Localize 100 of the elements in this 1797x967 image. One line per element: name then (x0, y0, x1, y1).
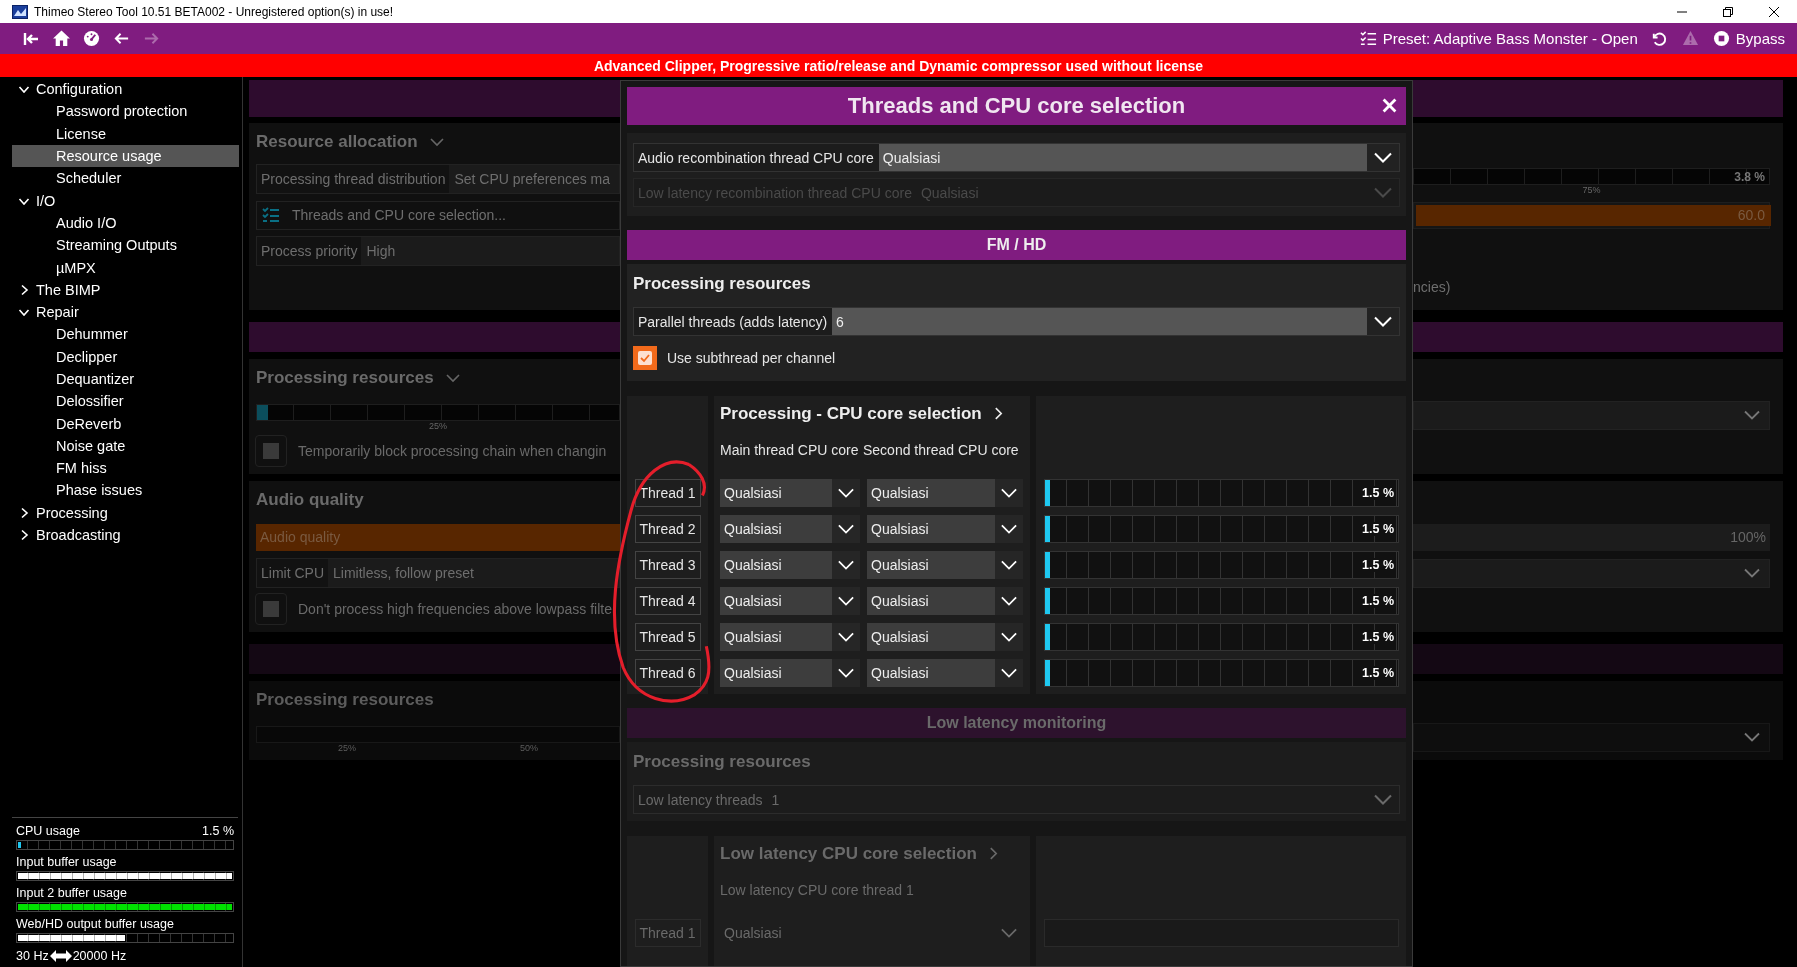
field-label: Parallel threads (adds latency) (634, 308, 833, 335)
app-icon (12, 3, 28, 20)
close-icon (1382, 98, 1397, 113)
back-arrow-icon (112, 30, 130, 47)
tree-item[interactable]: Audio I/O (12, 211, 239, 235)
tree-item[interactable]: FM hiss (12, 457, 239, 480)
link-button[interactable]: Threads and CPU core selection... (256, 200, 620, 230)
checklist-icon (1359, 30, 1377, 47)
dropdown[interactable]: Qualsiasi (720, 587, 860, 615)
thread-label: Thread 5 (634, 623, 701, 651)
double-arrow-icon (49, 950, 72, 962)
chevron-icon (832, 479, 860, 507)
meter-reading: 1.5 % (202, 823, 234, 838)
thread-label: Thread 1 (634, 919, 701, 947)
meter-label: Web/HD output buffer usage (16, 916, 174, 931)
dropdown[interactable]: Qualsiasi (720, 551, 860, 579)
tree-item[interactable]: Dehummer (12, 323, 239, 346)
dropdown[interactable]: Qualsiasi (867, 587, 1023, 615)
thread-label: Thread 1 (634, 479, 701, 507)
checklist-icon (262, 206, 280, 224)
column-header: Main thread CPU core (720, 442, 856, 458)
checkbox[interactable] (256, 436, 286, 466)
panel-title: Processing resources (256, 368, 434, 388)
panel-title: Audio quality (256, 490, 364, 510)
tree-item[interactable]: The BIMP (12, 278, 239, 301)
dropdown[interactable]: Qualsiasi (720, 659, 860, 687)
dropdown[interactable]: 6 (832, 308, 1399, 335)
chevron-icon (1744, 732, 1760, 742)
panel-title: Processing - CPU core selection (720, 403, 982, 424)
label-text: ncies) (1413, 279, 1451, 295)
chevron-icon (995, 479, 1023, 507)
chevron-icon (832, 587, 860, 615)
chevron-icon (1367, 308, 1399, 335)
chevron-icon (995, 551, 1023, 579)
panel-title: Processing resources (633, 751, 812, 773)
home-icon (51, 29, 71, 48)
chevron-icon (1744, 410, 1760, 420)
chevron-icon (832, 659, 860, 687)
chevron-icon (995, 515, 1023, 543)
tree-item[interactable]: DeReverb (12, 412, 239, 435)
dialog-title: Threads and CPU core selection (847, 93, 1186, 119)
checkbox-label: Temporarily block processing chain when changin (298, 443, 607, 459)
tick-label: 75% (1582, 185, 1601, 196)
tree-item[interactable]: Delossifier (12, 390, 239, 413)
dropdown[interactable]: Qualsiasi (867, 623, 1023, 651)
dropdown[interactable]: Qualsiasi (867, 659, 1023, 687)
meter-reading: 3.8 % (1734, 169, 1765, 184)
column-header: Low latency CPU core thread 1 (720, 882, 914, 898)
gauge-icon (82, 30, 100, 47)
chevron-icon (993, 407, 1003, 420)
tree-item[interactable]: Repair (12, 300, 239, 324)
tree-item[interactable]: Dequantizer (12, 367, 239, 391)
checkbox[interactable] (633, 346, 657, 370)
tree-item[interactable]: Password protection (12, 100, 239, 123)
tick-label: 25% (338, 743, 356, 754)
slider-reading: 60.0 (1737, 207, 1765, 223)
thread-label: Thread 2 (634, 515, 701, 543)
panel-title: Low latency CPU core selection (720, 843, 977, 864)
dropdown[interactable]: Qualsiasi (867, 515, 1023, 543)
dropdown[interactable]: Qualsiasi (720, 479, 860, 507)
panel-title: Processing resources (256, 690, 434, 710)
column-header: Second thread CPU core (863, 442, 1019, 458)
tree-item[interactable]: Noise gate (12, 434, 239, 458)
tick-label: 50% (520, 743, 538, 754)
tree-item[interactable]: Declipper (12, 345, 239, 368)
tree-item[interactable]: Processing (12, 501, 239, 524)
undo-icon (1650, 30, 1668, 47)
panel-title: Resource allocation (256, 132, 418, 152)
chevron-icon (988, 847, 998, 860)
tree-item[interactable]: Configuration (12, 78, 239, 101)
dropdown[interactable]: Qualsiasi (720, 515, 860, 543)
chevron-icon (832, 623, 860, 651)
panel-title: Processing resources (633, 273, 812, 295)
bypass-button[interactable]: Bypass (1706, 25, 1785, 52)
preset-button[interactable]: Preset: Adaptive Bass Monster - Open (1353, 25, 1644, 52)
tree-item[interactable]: I/O (12, 189, 239, 212)
dropdown[interactable]: Qualsiasi (720, 623, 860, 651)
tree-item[interactable]: Scheduler (12, 167, 239, 190)
chevron-icon (832, 515, 860, 543)
checkbox-label: Don't process high frequencies above lowpass filte (298, 601, 612, 617)
chevron-icon (1367, 144, 1399, 171)
check-icon (638, 351, 652, 365)
license-banner: Advanced Clipper, Progressive ratio/release and Dynamic compressor used without license (0, 54, 1797, 77)
slider-reading: 100% (1730, 529, 1767, 545)
restore-icon (1722, 5, 1734, 18)
tree-item[interactable]: License (12, 122, 239, 145)
tree-item[interactable]: Broadcasting (12, 523, 239, 547)
meter-label: CPU usage (16, 823, 80, 838)
section-header: Low latency monitoring (627, 708, 1406, 738)
dropdown[interactable]: Qualsiasi (867, 551, 1023, 579)
dropdown[interactable]: Qualsiasi (867, 479, 1023, 507)
tree-item[interactable]: Resource usage (12, 144, 239, 168)
tree-item[interactable]: µMPX (12, 256, 239, 279)
thread-label: Thread 4 (634, 587, 701, 615)
close-button[interactable] (1382, 98, 1398, 114)
dropdown[interactable]: Qualsiasi (878, 144, 1399, 171)
tree-item[interactable]: Streaming Outputs (12, 234, 239, 257)
checkbox[interactable] (256, 594, 286, 624)
tree-item[interactable]: Phase issues (12, 479, 239, 502)
slider-label: Audio quality (259, 529, 341, 545)
